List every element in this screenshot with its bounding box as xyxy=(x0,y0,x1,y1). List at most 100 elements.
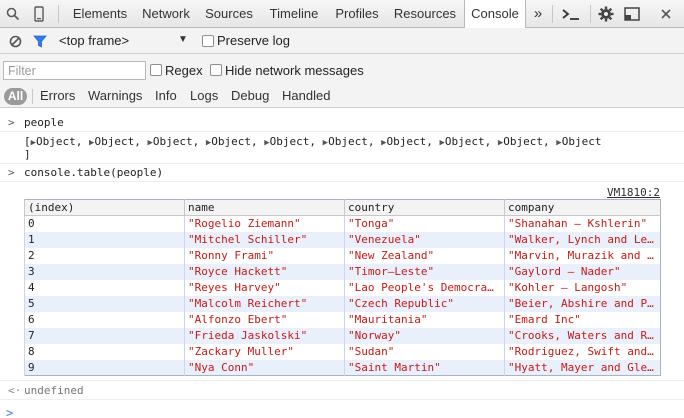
frame-select[interactable]: <top frame> xyxy=(59,33,129,48)
level-info-button[interactable]: Info xyxy=(155,88,177,103)
table-cell: 6 xyxy=(24,311,185,328)
chevron-down-icon[interactable]: ▼ xyxy=(178,34,188,45)
clear-console-icon[interactable] xyxy=(4,28,26,54)
filter-input[interactable] xyxy=(3,61,146,80)
regex-label: Regex xyxy=(165,63,203,78)
table-cell: "Zackary Muller" xyxy=(184,343,345,360)
level-warnings-button[interactable]: Warnings xyxy=(88,88,142,103)
tabs-overflow-button[interactable]: » xyxy=(527,0,549,27)
table-cell: "Lao People's Democra… xyxy=(344,279,505,296)
tab-resources[interactable]: Resources xyxy=(389,0,461,27)
table-row: 6 "Alfonzo Ebert" "Mauritania" "Emard Inc" xyxy=(24,311,661,328)
table-row: 7 "Frieda Jaskolski" "Norway" "Crooks, Wate… xyxy=(24,327,661,344)
table-cell: "Crooks, Waters and R… xyxy=(504,327,661,344)
filter-funnel-icon[interactable] xyxy=(29,28,51,54)
level-handled-button[interactable]: Handled xyxy=(282,88,330,103)
tab-network[interactable]: Network xyxy=(136,0,196,27)
table-cell: 9 xyxy=(24,359,185,376)
undock-icon[interactable] xyxy=(620,0,644,27)
array-close-bracket: ] xyxy=(24,148,31,161)
table-cell: 3 xyxy=(24,263,185,280)
table-cell: "Nya Conn" xyxy=(184,359,345,376)
console-command: console.table(people) xyxy=(24,166,164,179)
table-cell: "Saint Martin" xyxy=(344,359,505,376)
level-debug-button[interactable]: Debug xyxy=(231,88,269,103)
tab-profiles[interactable]: Profiles xyxy=(328,0,386,27)
toolbar-divider xyxy=(552,5,553,23)
level-all-button[interactable]: All xyxy=(4,88,27,105)
tab-timeline[interactable]: Timeline xyxy=(262,0,326,27)
object-preview[interactable]: Object, xyxy=(94,135,140,148)
table-cell: "Tonga" xyxy=(344,215,505,232)
table-row: 3 "Royce Hackett" "Timor–Leste" "Gaylord – … xyxy=(24,263,661,280)
object-preview[interactable]: Object, xyxy=(36,135,82,148)
table-cell: 1 xyxy=(24,231,185,248)
table-cell: "Gaylord – Nader" xyxy=(504,263,661,280)
hide-network-checkbox[interactable] xyxy=(210,64,222,76)
table-cell: "Frieda Jaskolski" xyxy=(184,327,345,344)
table-cell: "Reyes Harvey" xyxy=(184,279,345,296)
table-cell: 0 xyxy=(24,215,185,232)
level-logs-button[interactable]: Logs xyxy=(190,88,218,103)
preserve-log-checkbox[interactable] xyxy=(202,35,214,47)
table-cell: "Walker, Lynch and Le… xyxy=(504,231,661,248)
table-cell: "Rodriguez, Swift and… xyxy=(504,343,661,360)
table-cell: 4 xyxy=(24,279,185,296)
object-preview[interactable]: Object, xyxy=(328,135,374,148)
settings-gear-icon[interactable] xyxy=(595,0,617,27)
table-cell: "Mauritania" xyxy=(344,311,505,328)
source-link[interactable]: VM1810:2 xyxy=(607,186,660,199)
table-row: 9 "Nya Conn" "Saint Martin" "Hyatt, Mayer a… xyxy=(24,359,661,376)
table-cell: "Timor–Leste" xyxy=(344,263,505,280)
input-prompt-icon: > xyxy=(8,116,15,129)
object-array-result[interactable]: [▶Object, ▶Object, ▶Object, ▶Object, ▶Ob… xyxy=(24,135,601,148)
input-prompt-icon: > xyxy=(8,166,15,179)
close-icon[interactable] xyxy=(655,0,677,27)
table-cell: "Alfonzo Ebert" xyxy=(184,311,345,328)
table-row: 0 "Rogelio Ziemann" "Tonga" "Shanahan – Ksh… xyxy=(24,215,661,232)
console-context-bar: <top frame> ▼ Preserve log xyxy=(0,28,684,54)
return-value: undefined xyxy=(24,384,84,397)
console-input-line: > people xyxy=(0,114,684,132)
table-cell: "Ronny Frami" xyxy=(184,247,345,264)
console-prompt-icon[interactable]: > xyxy=(6,406,13,418)
drawer-toggle-icon[interactable] xyxy=(558,0,584,27)
tab-sources[interactable]: Sources xyxy=(199,0,259,27)
tab-elements[interactable]: Elements xyxy=(66,0,134,27)
object-preview[interactable]: Object, xyxy=(153,135,199,148)
object-preview[interactable]: Object xyxy=(562,135,602,148)
level-divider xyxy=(32,89,33,104)
table-row: 1 "Mitchel Schiller" "Venezuela" "Walker, L… xyxy=(24,231,661,248)
table-cell: "Mitchel Schiller" xyxy=(184,231,345,248)
toolbar-divider xyxy=(58,5,59,23)
regex-checkbox[interactable] xyxy=(150,64,162,76)
table-header-cell[interactable]: (index) xyxy=(24,199,185,216)
search-icon[interactable] xyxy=(2,0,24,27)
table-cell: 2 xyxy=(24,247,185,264)
object-preview[interactable]: Object, xyxy=(503,135,549,148)
table-cell: "Beier, Abshire and P… xyxy=(504,295,661,312)
device-mode-icon[interactable] xyxy=(28,0,50,27)
table-cell: 5 xyxy=(24,295,185,312)
table-row: 4 "Reyes Harvey" "Lao People's Democra… "Ko… xyxy=(24,279,661,296)
tab-console[interactable]: Console xyxy=(464,0,526,28)
preserve-log-label: Preserve log xyxy=(217,33,290,48)
table-cell: "Hyatt, Mayer and Gle… xyxy=(504,359,661,376)
table-cell: "Rogelio Ziemann" xyxy=(184,215,345,232)
array-open-bracket: [ xyxy=(24,135,31,148)
object-preview[interactable]: Object, xyxy=(270,135,316,148)
object-preview[interactable]: Object, xyxy=(386,135,432,148)
object-preview[interactable]: Object, xyxy=(211,135,257,148)
console-command: people xyxy=(24,116,64,129)
devtools-toolbar: Elements Network Sources Timeline Profil… xyxy=(0,0,684,28)
table-header-cell[interactable]: country xyxy=(344,199,505,216)
table-row: 5 "Malcolm Reichert" "Czech Republic" "Beie… xyxy=(24,295,661,312)
object-preview[interactable]: Object, xyxy=(445,135,491,148)
hide-network-label: Hide network messages xyxy=(225,63,364,78)
table-cell: "Norway" xyxy=(344,327,505,344)
table-cell: "Marvin, Murazik and … xyxy=(504,247,661,264)
table-row: 8 "Zackary Muller" "Sudan" "Rodriguez, Swif… xyxy=(24,343,661,360)
table-header-cell[interactable]: name xyxy=(184,199,345,216)
level-errors-button[interactable]: Errors xyxy=(40,88,75,103)
table-header-cell[interactable]: company xyxy=(504,199,661,216)
